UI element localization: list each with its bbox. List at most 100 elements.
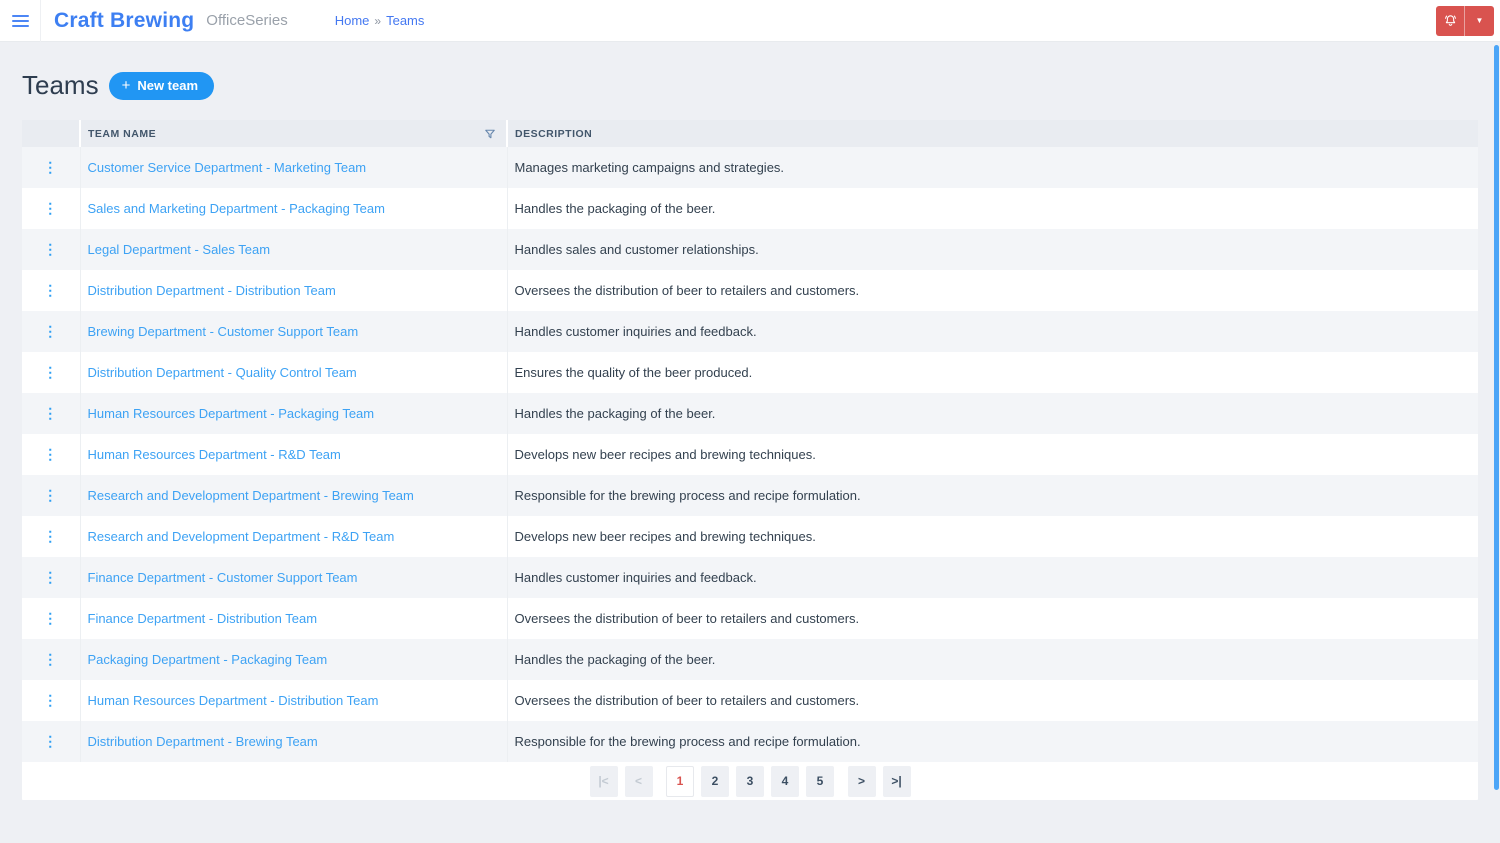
table-row: ⋮ Research and Development Department - … <box>22 475 1478 516</box>
last-page-button[interactable]: >| <box>882 765 911 797</box>
row-menu-button[interactable]: ⋮ <box>35 527 65 546</box>
team-description: Responsible for the brewing process and … <box>514 734 861 749</box>
description-column-label: DESCRIPTION <box>515 127 593 140</box>
main-content: Teams + New team TEAM NAME DESCRIPTION ⋮… <box>0 70 1500 800</box>
row-menu-button[interactable]: ⋮ <box>35 445 65 464</box>
kebab-icon: ⋮ <box>43 528 58 544</box>
team-description: Handles customer inquiries and feedback. <box>514 324 757 339</box>
team-description: Handles the packaging of the beer. <box>514 201 716 216</box>
row-menu-button[interactable]: ⋮ <box>35 322 65 341</box>
top-header: Craft Brewing OfficeSeries Home » Teams … <box>0 0 1500 42</box>
team-name-link[interactable]: Human Resources Department - Packaging T… <box>88 406 375 421</box>
row-menu-button[interactable]: ⋮ <box>35 281 65 300</box>
teams-table: TEAM NAME DESCRIPTION ⋮ Customer Service… <box>22 120 1478 762</box>
page-5-button[interactable]: 5 <box>806 765 834 797</box>
table-row: ⋮ Finance Department - Distribution Team… <box>22 598 1478 639</box>
teams-table-card: TEAM NAME DESCRIPTION ⋮ Customer Service… <box>22 120 1478 800</box>
kebab-icon: ⋮ <box>43 733 58 749</box>
menu-button[interactable] <box>0 0 41 42</box>
kebab-icon: ⋮ <box>43 405 58 421</box>
team-description: Handles the packaging of the beer. <box>514 406 716 421</box>
table-body: ⋮ Customer Service Department - Marketin… <box>22 147 1478 762</box>
row-menu-button[interactable]: ⋮ <box>35 486 65 505</box>
next-page-button[interactable]: > <box>847 765 876 797</box>
vertical-scrollbar-thumb[interactable] <box>1494 45 1499 790</box>
row-menu-button[interactable]: ⋮ <box>35 650 65 669</box>
table-row: ⋮ Human Resources Department - Packaging… <box>22 393 1478 434</box>
page-1-button[interactable]: 1 <box>666 765 694 797</box>
kebab-icon: ⋮ <box>43 241 58 257</box>
funnel-icon[interactable] <box>484 128 496 140</box>
team-description: Oversees the distribution of beer to ret… <box>514 611 860 626</box>
breadcrumb-current-link[interactable]: Teams <box>386 13 424 28</box>
description-column-header[interactable]: DESCRIPTION <box>507 120 1478 147</box>
new-team-button-label: New team <box>137 77 199 93</box>
team-name-link[interactable]: Finance Department - Customer Support Te… <box>88 570 358 585</box>
team-description: Manages marketing campaigns and strategi… <box>514 160 785 175</box>
row-menu-button[interactable]: ⋮ <box>35 404 65 423</box>
table-row: ⋮ Distribution Department - Distribution… <box>22 270 1478 311</box>
first-page-button[interactable]: |< <box>589 765 618 797</box>
kebab-icon: ⋮ <box>43 364 58 380</box>
row-menu-button[interactable]: ⋮ <box>35 158 65 177</box>
breadcrumb-home-link[interactable]: Home <box>335 13 370 28</box>
row-menu-button[interactable]: ⋮ <box>35 609 65 628</box>
team-name-link[interactable]: Distribution Department - Quality Contro… <box>88 365 357 380</box>
team-name-link[interactable]: Research and Development Department - R&… <box>88 529 395 544</box>
table-header-row: TEAM NAME DESCRIPTION <box>22 120 1478 147</box>
title-row: Teams + New team <box>22 70 1478 101</box>
page-title: Teams <box>22 70 99 100</box>
team-name-link[interactable]: Sales and Marketing Department - Packagi… <box>88 201 385 216</box>
notifications-button[interactable] <box>1436 5 1465 36</box>
breadcrumb: Home » Teams <box>335 13 425 28</box>
team-description: Handles customer inquiries and feedback. <box>514 570 757 585</box>
kebab-icon: ⋮ <box>43 651 58 667</box>
pagination: |< < 1 2 3 4 5 > >| <box>22 762 1478 800</box>
kebab-icon: ⋮ <box>43 610 58 626</box>
kebab-icon: ⋮ <box>43 323 58 339</box>
row-menu-button[interactable]: ⋮ <box>35 240 65 259</box>
team-description: Ensures the quality of the beer produced… <box>514 365 753 380</box>
table-row: ⋮ Sales and Marketing Department - Packa… <box>22 188 1478 229</box>
page-2-button[interactable]: 2 <box>701 765 729 797</box>
new-team-button[interactable]: + New team <box>108 71 215 100</box>
bell-icon <box>1443 13 1458 28</box>
row-menu-button[interactable]: ⋮ <box>35 732 65 751</box>
kebab-icon: ⋮ <box>43 446 58 462</box>
row-menu-button[interactable]: ⋮ <box>35 568 65 587</box>
hamburger-icon <box>11 12 29 30</box>
table-row: ⋮ Customer Service Department - Marketin… <box>22 147 1478 188</box>
team-name-link[interactable]: Human Resources Department - Distributio… <box>88 693 379 708</box>
kebab-icon: ⋮ <box>43 487 58 503</box>
breadcrumb-separator: » <box>374 13 382 28</box>
team-description: Oversees the distribution of beer to ret… <box>514 283 860 298</box>
team-name-link[interactable]: Customer Service Department - Marketing … <box>88 160 367 175</box>
team-name-link[interactable]: Distribution Department - Distribution T… <box>88 283 336 298</box>
team-name-link[interactable]: Research and Development Department - Br… <box>88 488 414 503</box>
kebab-icon: ⋮ <box>43 159 58 175</box>
page-4-button[interactable]: 4 <box>771 765 799 797</box>
team-name-column-label: TEAM NAME <box>88 127 157 140</box>
team-description: Handles the packaging of the beer. <box>514 652 716 667</box>
team-name-link[interactable]: Legal Department - Sales Team <box>88 242 271 257</box>
table-row: ⋮ Brewing Department - Customer Support … <box>22 311 1478 352</box>
topbar-actions: ▼ <box>1436 5 1494 36</box>
team-name-link[interactable]: Brewing Department - Customer Support Te… <box>88 324 359 339</box>
account-menu-button[interactable]: ▼ <box>1465 5 1494 36</box>
brand-title: Craft Brewing <box>54 8 195 32</box>
page-3-button[interactable]: 3 <box>736 765 764 797</box>
row-menu-button[interactable]: ⋮ <box>35 199 65 218</box>
team-name-link[interactable]: Packaging Department - Packaging Team <box>88 652 328 667</box>
row-menu-button[interactable]: ⋮ <box>35 691 65 710</box>
team-name-link[interactable]: Distribution Department - Brewing Team <box>88 734 318 749</box>
brand-suffix: OfficeSeries <box>206 12 288 29</box>
kebab-icon: ⋮ <box>43 282 58 298</box>
team-name-link[interactable]: Finance Department - Distribution Team <box>88 611 318 626</box>
team-name-link[interactable]: Human Resources Department - R&D Team <box>88 447 341 462</box>
row-menu-button[interactable]: ⋮ <box>35 363 65 382</box>
team-description: Responsible for the brewing process and … <box>514 488 861 503</box>
previous-page-button[interactable]: < <box>624 765 653 797</box>
team-name-column-header[interactable]: TEAM NAME <box>80 120 508 147</box>
table-row: ⋮ Distribution Department - Quality Cont… <box>22 352 1478 393</box>
table-row: ⋮ Finance Department - Customer Support … <box>22 557 1478 598</box>
